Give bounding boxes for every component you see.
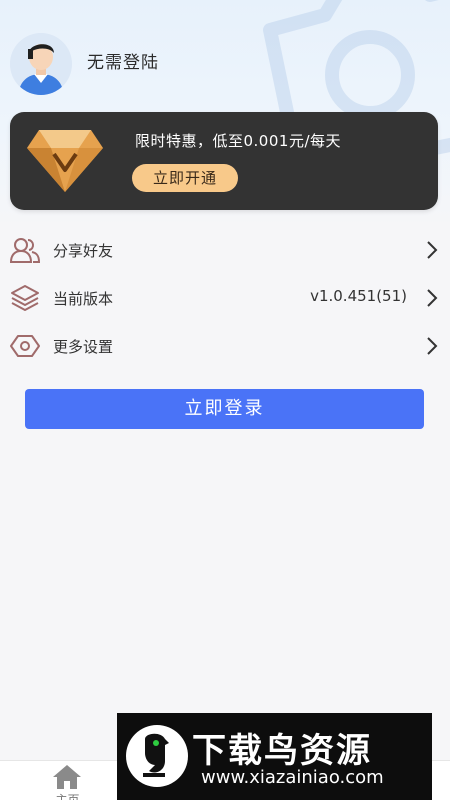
menu-item-version[interactable]: 当前版本 v1.0.451(51) xyxy=(0,274,450,322)
diamond-icon xyxy=(27,130,103,192)
layers-icon xyxy=(11,285,39,311)
chevron-right-icon xyxy=(427,241,438,259)
username[interactable]: 无需登陆 xyxy=(87,48,159,73)
settings-hexagon-icon xyxy=(10,335,40,357)
vip-promo-text: 限时特惠，低至0.001元/每天 xyxy=(135,132,341,150)
home-icon xyxy=(53,765,81,789)
watermark-banner: 下载鸟资源 www.xiazainiao.com xyxy=(117,713,432,800)
menu-item-label: 更多设置 xyxy=(53,338,114,356)
bird-logo-icon xyxy=(126,725,188,787)
user-avatar-icon xyxy=(10,33,72,95)
menu-item-share-friends[interactable]: 分享好友 xyxy=(0,226,450,274)
chevron-right-icon xyxy=(427,289,438,307)
menu-item-more-settings[interactable]: 更多设置 xyxy=(0,322,450,370)
vip-card[interactable]: 限时特惠，低至0.001元/每天 立即开通 xyxy=(10,112,438,210)
nav-label: 主页 xyxy=(55,793,80,800)
chevron-right-icon xyxy=(427,337,438,355)
menu-item-label: 分享好友 xyxy=(53,242,114,260)
avatar[interactable] xyxy=(10,33,72,95)
watermark-title: 下载鸟资源 xyxy=(192,731,372,771)
watermark-url: www.xiazainiao.com xyxy=(201,767,384,788)
version-value: v1.0.451(51) xyxy=(310,287,407,305)
users-icon xyxy=(10,238,40,263)
login-button[interactable]: 立即登录 xyxy=(25,389,424,429)
menu-item-label: 当前版本 xyxy=(53,290,114,308)
activate-vip-button[interactable]: 立即开通 xyxy=(132,164,238,192)
profile-page: 无需登陆 限时特惠，低至0.001元/每天 立即开通 分享好友 当前版本 v1.… xyxy=(0,0,450,800)
